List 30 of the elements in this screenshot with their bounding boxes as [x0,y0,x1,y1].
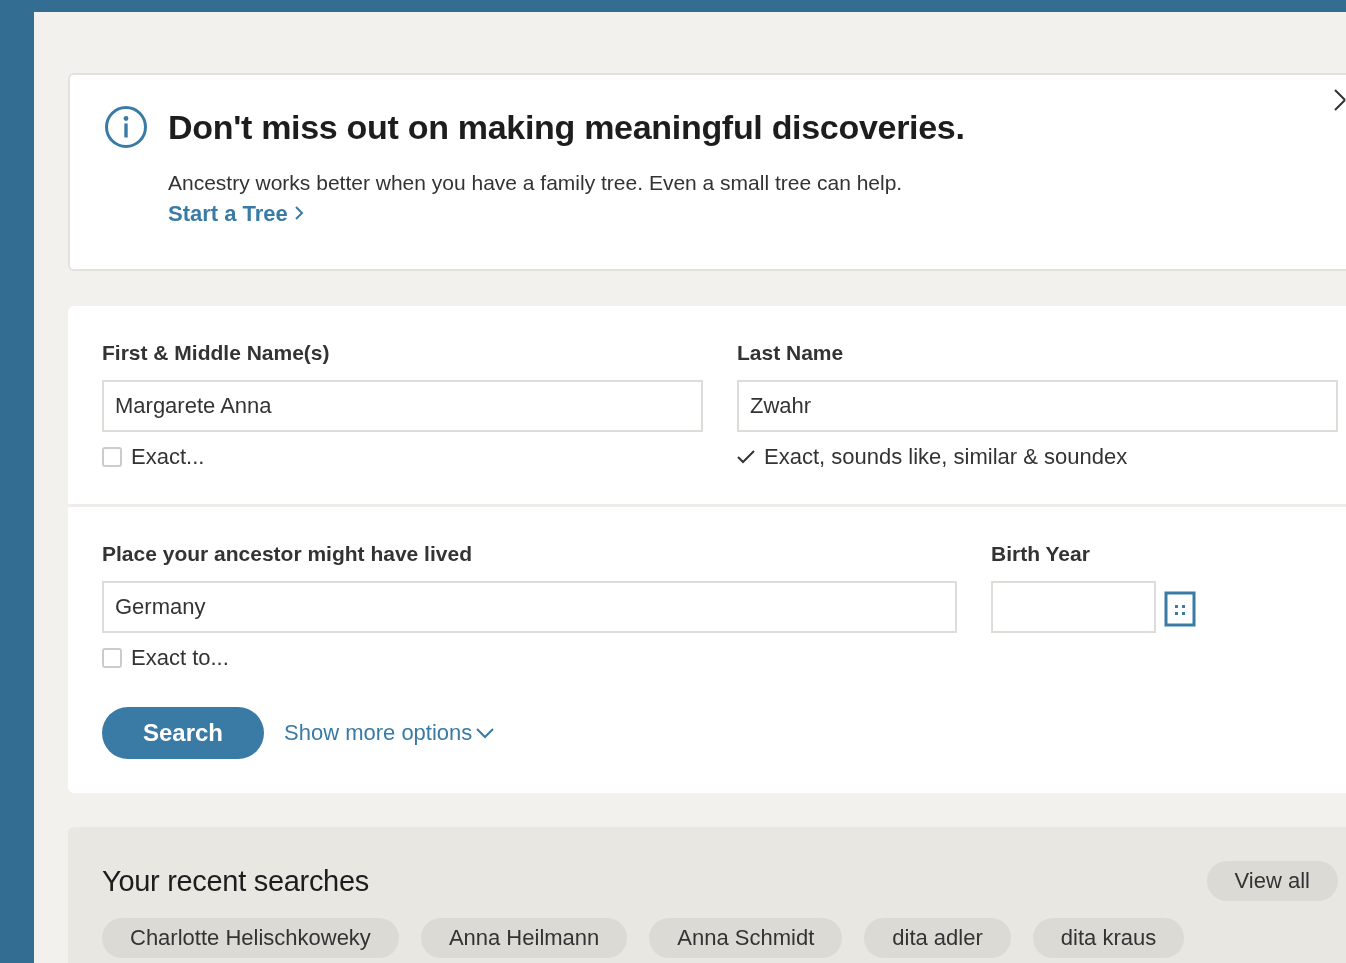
banner-message: Ancestry works better when you have a family tree. Even a small tree can help. [168,171,904,195]
view-all-button[interactable]: View all [1206,861,1338,901]
field-label: Birth Year [991,541,1091,567]
check-icon [737,450,755,464]
checkbox[interactable] [102,648,122,668]
section-title: Your recent searches [102,864,369,898]
field-label: Last Name [737,340,845,366]
place-field[interactable]: Germany [102,581,957,633]
field-label: First & Middle Name(s) [102,340,331,366]
calendar-icon[interactable] [1164,591,1196,627]
match-note: Exact, sounds like, similar & soundex [764,444,1128,470]
recent-search-chip[interactable]: dita kraus [1032,918,1185,958]
banner-title: Don't miss out on making meaningful discoveries. [168,107,965,147]
checkbox[interactable] [102,447,122,467]
birth-year-field[interactable] [991,581,1156,633]
show-more-options-link[interactable]: Show more options [284,720,495,746]
checkbox-label: Exact to... [131,645,229,671]
recent-search-chip[interactable]: Anna Heilmann [420,918,628,958]
recent-search-chip[interactable]: Charlotte Helischkoweky [102,918,399,958]
start-tree-link[interactable]: Start a Tree [168,201,304,227]
recent-search-chip[interactable]: dita adler [864,918,1011,958]
info-icon [104,105,148,149]
field-label: Place your ancestor might have lived [102,541,473,567]
recent-search-chip[interactable]: Anna Schmidt [649,918,843,958]
first-name-field[interactable]: Margarete Anna [102,380,703,432]
checkbox-label: Exact... [131,444,205,470]
search-button[interactable]: Search [102,707,264,759]
chevron-down-icon [476,727,495,739]
chevron-right-icon [293,205,304,221]
last-name-field[interactable]: Zwahr [737,380,1338,432]
